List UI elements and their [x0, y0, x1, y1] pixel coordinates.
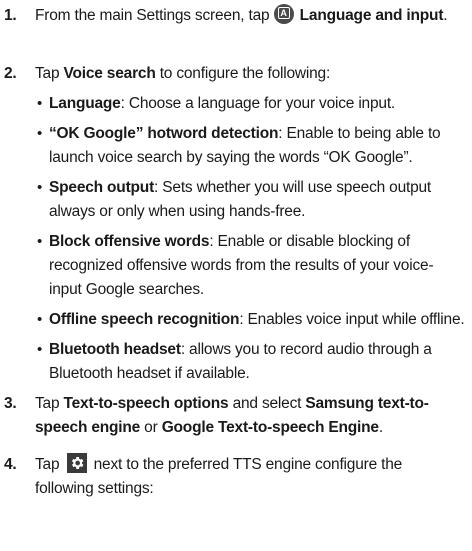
- step-text-pre: Tap: [35, 456, 64, 473]
- step-number: 3.: [4, 395, 17, 412]
- step-text-pre: Tap: [35, 395, 64, 412]
- step-text: Tap Text-to-speech options and select Sa…: [35, 392, 464, 440]
- list-item-text: Offline speech recognition: Enables voic…: [49, 308, 465, 332]
- instructions-page: 1. From the main Settings screen, tap A …: [0, 0, 472, 551]
- step-text-pre: From the main Settings screen, tap: [35, 7, 274, 24]
- step-text: From the main Settings screen, tap A Lan…: [35, 4, 464, 28]
- language-and-input-label: Language and input: [299, 7, 444, 24]
- list-item-text: Block offensive words: Enable or disable…: [49, 230, 465, 302]
- bullet-dot: •: [37, 233, 43, 250]
- google-tts-engine-label: Google Text-to-speech Engine: [161, 419, 379, 436]
- gear-icon: [66, 453, 87, 473]
- bullet-term: Language: [49, 95, 121, 112]
- step-text-post: .: [378, 419, 383, 436]
- bullet-term: Bluetooth headset: [49, 341, 181, 358]
- step-text-post: to configure the following:: [155, 65, 331, 82]
- bullet-desc: : Choose a language for your voice input…: [120, 95, 396, 112]
- step-text-pre: Tap: [35, 65, 64, 82]
- bullet-dot: •: [37, 341, 43, 358]
- icon-letter: A: [277, 7, 290, 19]
- step-text-mid2: or: [140, 419, 162, 436]
- step-text-mid: and select: [228, 395, 306, 412]
- bullet-term: “OK Google” hotword detection: [49, 125, 279, 142]
- bullet-term: Block offensive words: [49, 233, 210, 250]
- step-text-post: .: [443, 7, 448, 24]
- list-item-text: Language: Choose a language for your voi…: [49, 92, 465, 116]
- step-number: 4.: [4, 456, 17, 473]
- bullet-dot: •: [37, 311, 43, 328]
- text-to-speech-options-label: Text-to-speech options: [63, 395, 229, 412]
- bullet-dot: •: [37, 179, 43, 196]
- list-item-text: “OK Google” hotword detection: Enable to…: [49, 122, 465, 170]
- list-item-text: Bluetooth headset: allows you to record …: [49, 338, 465, 386]
- bullet-term: Offline speech recognition: [49, 311, 240, 328]
- step-text-post: next to the preferred TTS engine configu…: [35, 456, 403, 497]
- step-text: Tap Voice search to configure the follow…: [35, 62, 464, 86]
- a-circle-icon: A: [273, 4, 294, 24]
- bullet-dot: •: [37, 125, 43, 142]
- step-number: 2.: [4, 65, 17, 82]
- bullet-desc: : Enables voice input while offline.: [239, 311, 465, 328]
- step-number: 1.: [4, 7, 17, 24]
- step-text: Tap next to the preferred TTS engine con…: [35, 453, 464, 501]
- list-item-text: Speech output: Sets whether you will use…: [49, 176, 465, 224]
- voice-search-label: Voice search: [63, 65, 156, 82]
- bullet-term: Speech output: [49, 179, 155, 196]
- bullet-dot: •: [37, 95, 43, 112]
